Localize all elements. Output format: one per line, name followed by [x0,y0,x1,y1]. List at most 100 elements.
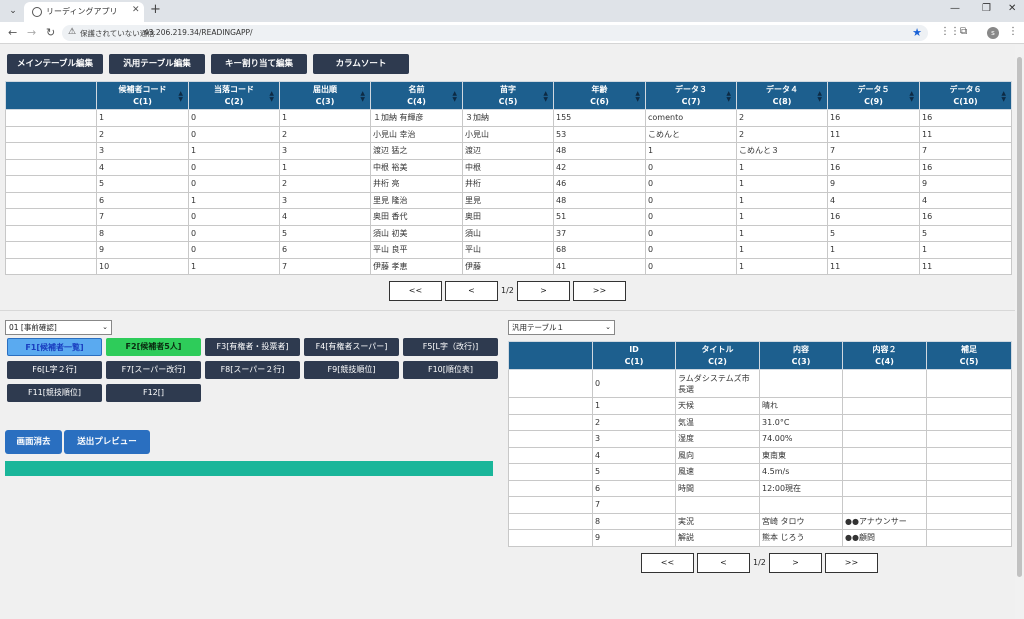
table-row[interactable]: 10 1 7 伊藤 孝恵 伊藤 41 0 1 11 11 [5,257,1012,275]
table-cell[interactable]: 4 [827,191,920,209]
table-cell[interactable]: １加納 有輝彦 [370,109,463,127]
table-cell[interactable] [508,463,593,481]
new-tab-icon[interactable]: + [150,2,161,17]
sort-icon[interactable]: ▲ ▼ [178,91,183,103]
table-cell[interactable] [5,257,97,275]
table-cell[interactable] [759,369,843,398]
table-cell[interactable]: 51 [553,208,646,226]
main-col-header[interactable]: 年齢 C(6) ▲ ▼ [553,81,646,110]
table-row[interactable]: 9 0 6 平山 良平 平山 68 0 1 1 1 [5,241,1012,259]
table-cell[interactable]: 2 [736,125,828,143]
table-cell[interactable]: 5 [919,224,1012,242]
bookmark-star-icon[interactable]: ★ [912,26,922,39]
table-cell[interactable]: 11 [919,257,1012,275]
table-cell[interactable]: 7 [827,142,920,160]
table-cell[interactable] [842,463,927,481]
table-cell[interactable]: 伊藤 [462,257,554,275]
table-cell[interactable] [926,463,1012,481]
table-cell[interactable]: 0 [645,208,737,226]
table-cell[interactable]: 0 [645,158,737,176]
f2-button[interactable]: F2[候補者5人] [106,338,201,356]
table-cell[interactable]: 湿度 [675,430,760,448]
table-cell[interactable]: 42 [553,158,646,176]
table-cell[interactable] [842,496,927,514]
table-cell[interactable] [5,208,97,226]
table-cell[interactable]: こめんと３ [736,142,828,160]
sub-col-header[interactable]: 補足 C(5) [926,341,1012,370]
table-cell[interactable]: 0 [645,191,737,209]
f4-button[interactable]: F4[有権者スーパー] [304,338,399,356]
table-cell[interactable]: 1 [279,158,371,176]
table-cell[interactable]: 5 [96,175,189,193]
table-cell[interactable] [926,446,1012,464]
table-cell[interactable]: 1 [736,158,828,176]
table-cell[interactable]: 4 [919,191,1012,209]
table-cell[interactable]: 12:00現在 [759,479,843,497]
sub-pager-prev-button[interactable]: < [697,553,750,573]
sort-icon[interactable]: ▲ ▼ [817,91,822,103]
profile-avatar-icon[interactable]: s [987,27,999,39]
f7-button[interactable]: F7[スーパー改行] [106,361,201,379]
main-col-header[interactable]: データ６ C(10) ▲ ▼ [919,81,1012,110]
table-cell[interactable]: 3 [279,191,371,209]
table-cell[interactable]: 気温 [675,413,760,431]
table-cell[interactable]: 1 [736,224,828,242]
sub-col-header[interactable]: 内容２ C(4) [842,341,927,370]
table-row[interactable]: 3 湿度 74.00% [508,430,1012,448]
table-cell[interactable]: 0 [188,158,280,176]
table-row[interactable]: 2 気温 31.0°C [508,413,1012,431]
table-row[interactable]: 7 [508,496,1012,514]
table-cell[interactable]: 74.00% [759,430,843,448]
table-cell[interactable] [5,109,97,127]
clear-screen-button[interactable]: 画面消去 [5,430,62,454]
table-cell[interactable]: 8 [96,224,189,242]
table-cell[interactable] [926,496,1012,514]
table-cell[interactable] [508,496,593,514]
table-cell[interactable]: 0 [645,224,737,242]
table-cell[interactable]: 7 [592,496,676,514]
key-assign-edit-button[interactable]: キー割り当て編集 [211,54,307,74]
table-cell[interactable]: ●●顧問 [842,529,927,547]
table-cell[interactable]: 晴れ [759,397,843,415]
table-cell[interactable]: 5 [827,224,920,242]
main-pager-last-button[interactable]: >> [573,281,626,301]
table-cell[interactable]: 宮崎 タロウ [759,512,843,530]
minimize-icon[interactable]: — [950,3,960,14]
table-row[interactable]: 0 ラムダシステムズ市長選 [508,369,1012,398]
sub-col-header[interactable]: タイトル C(2) [675,341,760,370]
table-cell[interactable]: 4 [592,446,676,464]
table-cell[interactable]: 0 [645,241,737,259]
table-cell[interactable] [926,479,1012,497]
table-cell[interactable] [842,430,927,448]
table-cell[interactable] [842,446,927,464]
table-cell[interactable]: 0 [188,109,280,127]
table-cell[interactable]: 奥田 [462,208,554,226]
table-cell[interactable]: 0 [188,224,280,242]
table-cell[interactable]: 7 [919,142,1012,160]
f11-button[interactable]: F11[競技順位] [7,384,102,402]
sub-pager-first-button[interactable]: << [641,553,694,573]
table-cell[interactable]: 2 [279,175,371,193]
table-cell[interactable]: 1 [279,109,371,127]
main-col-header[interactable]: 届出順 C(3) ▲ ▼ [279,81,371,110]
table-cell[interactable]: 1 [592,397,676,415]
table-cell[interactable]: 0 [188,125,280,143]
table-cell[interactable] [926,529,1012,547]
table-row[interactable]: 9 解説 熊本 じろう ●●顧問 [508,529,1012,547]
table-cell[interactable]: 1 [736,175,828,193]
table-cell[interactable] [842,479,927,497]
tab-search-icon[interactable]: ⌄ [6,4,20,18]
table-cell[interactable]: 155 [553,109,646,127]
table-cell[interactable]: 1 [188,191,280,209]
back-icon[interactable]: ← [8,26,17,39]
table-cell[interactable]: 風速 [675,463,760,481]
table-cell[interactable] [508,413,593,431]
forward-icon[interactable]: → [27,26,36,39]
f1-button[interactable]: F1[候補者一覧] [7,338,102,356]
table-cell[interactable]: 41 [553,257,646,275]
table-cell[interactable]: 0 [645,257,737,275]
table-cell[interactable]: 井桁 [462,175,554,193]
table-cell[interactable]: 1 [919,241,1012,259]
table-cell[interactable] [842,369,927,398]
scene-select[interactable]: 01 [事前確認] ⌄ [5,320,112,335]
